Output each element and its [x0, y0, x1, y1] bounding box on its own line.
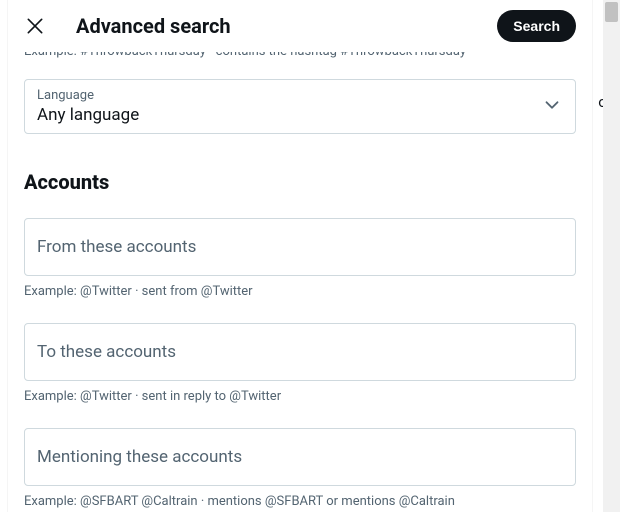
to-accounts-placeholder: To these accounts [37, 342, 176, 362]
modal-header: Advanced search Search [8, 0, 592, 52]
modal-title: Advanced search [76, 14, 473, 38]
language-label: Language [37, 88, 563, 103]
from-accounts-input[interactable]: From these accounts [24, 218, 576, 276]
to-accounts-input[interactable]: To these accounts [24, 323, 576, 381]
language-select[interactable]: Language Any language [24, 79, 576, 134]
close-button[interactable] [18, 9, 52, 43]
page-scrollbar-track[interactable] [603, 0, 620, 512]
close-icon [25, 16, 45, 36]
advanced-search-modal: Advanced search Search Example: #Throwba… [8, 0, 592, 512]
page-scrollbar-thumb[interactable] [605, 2, 618, 22]
from-accounts-placeholder: From these accounts [37, 237, 196, 257]
mentioning-accounts-example: Example: @SFBART @Caltrain · mentions @S… [24, 494, 576, 509]
mentioning-accounts-input[interactable]: Mentioning these accounts [24, 428, 576, 486]
modal-body[interactable]: Example: #ThrowbackThursday · contains t… [8, 52, 592, 512]
to-accounts-example: Example: @Twitter · sent in reply to @Tw… [24, 389, 576, 404]
chevron-down-icon [541, 94, 563, 120]
language-value: Any language [37, 105, 563, 125]
from-accounts-example: Example: @Twitter · sent from @Twitter [24, 284, 576, 299]
mentioning-accounts-placeholder: Mentioning these accounts [37, 447, 242, 467]
search-button[interactable]: Search [497, 10, 576, 42]
previous-example-text: Example: #ThrowbackThursday · contains t… [24, 52, 576, 59]
accounts-heading: Accounts [24, 170, 576, 194]
